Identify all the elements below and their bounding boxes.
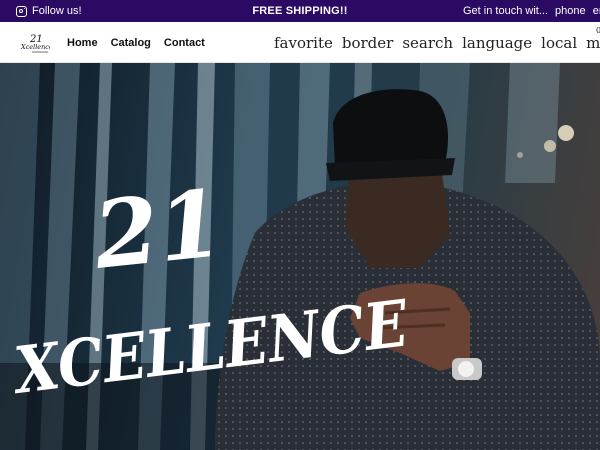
header-icons: favorite border search language local ma…: [274, 22, 600, 63]
cart-count-badge: 0: [596, 26, 600, 35]
local-icon[interactable]: local: [541, 34, 577, 52]
hero-image: 21 XCELLENCE: [0, 63, 600, 450]
mall-icon[interactable]: mall: [586, 34, 600, 52]
hero-banner: 21 XCELLENCE: [0, 63, 600, 450]
nav-contact[interactable]: Contact: [164, 37, 205, 49]
email-link[interactable]: ema: [593, 5, 600, 17]
nav-home[interactable]: Home: [67, 37, 98, 49]
logo[interactable]: 21 Xcellence: [20, 31, 50, 55]
search-icon[interactable]: search: [402, 34, 453, 52]
border-icon[interactable]: border: [342, 34, 393, 52]
nav-catalog[interactable]: Catalog: [111, 37, 151, 49]
announcement-bar: Follow us! FREE SHIPPING!! Get in touch …: [0, 0, 600, 22]
hero-title-number: 21: [88, 169, 228, 290]
contact-label: Get in touch wit...: [463, 5, 548, 17]
main-nav: Home Catalog Contact: [67, 22, 205, 63]
site-header: 21 Xcellence Home Catalog Contact favori…: [0, 22, 600, 63]
favorite-icon[interactable]: favorite: [274, 34, 333, 52]
phone-link[interactable]: phone: [555, 5, 586, 17]
logo-word: Xcellence: [20, 43, 50, 51]
language-icon[interactable]: language: [462, 34, 532, 52]
contact-info[interactable]: Get in touch wit... phone ema: [463, 0, 600, 22]
